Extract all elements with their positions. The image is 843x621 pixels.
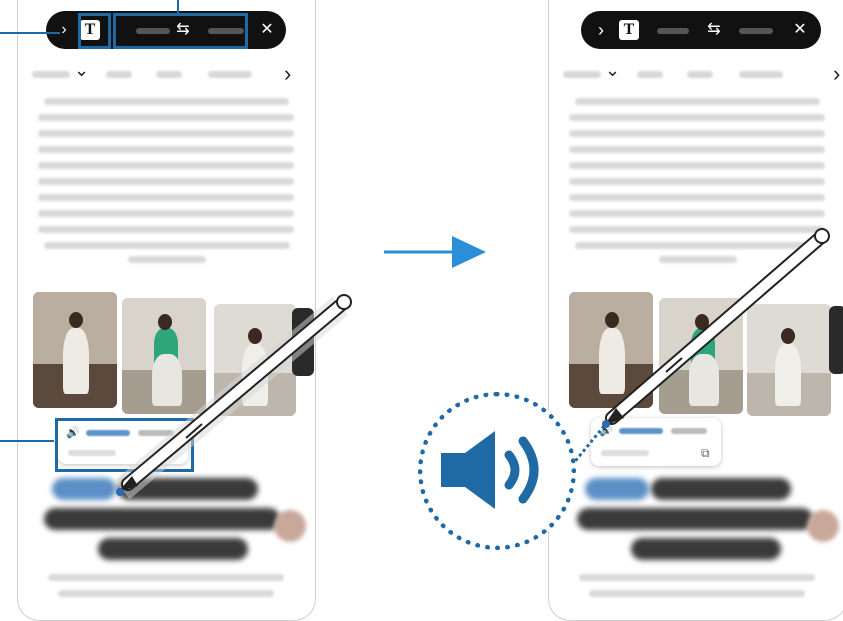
s-pen [114, 294, 352, 500]
callout-line-tooltip [0, 440, 54, 442]
headline-word-highlighted [585, 478, 649, 500]
headline-line [651, 478, 791, 500]
body-text-line [569, 210, 825, 217]
body-text-line [38, 146, 294, 153]
back-chevron-icon[interactable]: › [56, 11, 72, 49]
body-text-line [38, 162, 294, 169]
avatar[interactable] [807, 510, 839, 542]
gallery-photo[interactable] [33, 292, 117, 408]
body-text-line [579, 574, 815, 581]
text-mode-icon[interactable]: T [619, 20, 639, 40]
translate-toolbar: › T ⇆ ✕ [581, 11, 821, 49]
nav-item[interactable] [156, 71, 182, 78]
body-text-line [38, 194, 294, 201]
nav-item[interactable] [739, 71, 783, 78]
body-text-line [128, 256, 206, 263]
nav-item[interactable] [637, 71, 663, 78]
nav-item[interactable] [106, 71, 132, 78]
body-text-line [58, 590, 274, 597]
back-chevron-icon[interactable]: › [593, 11, 609, 49]
body-text-line [569, 114, 825, 121]
body-text-line [38, 226, 294, 233]
category-nav: ⌄ › [563, 60, 840, 86]
close-icon[interactable]: ✕ [256, 11, 278, 49]
nav-item[interactable] [687, 71, 713, 78]
arrow-right-icon [384, 236, 486, 268]
headline-line [98, 538, 248, 560]
body-text-line [569, 194, 825, 201]
body-text-line [44, 242, 290, 249]
nav-item[interactable] [563, 71, 601, 78]
copy-icon[interactable]: ⧉ [701, 446, 710, 461]
body-text-line [44, 98, 289, 105]
body-text-line [38, 178, 294, 185]
body-text-line [569, 162, 825, 169]
nav-item[interactable] [208, 71, 252, 78]
target-language[interactable] [739, 28, 773, 34]
s-pen [602, 228, 830, 428]
headline-line [631, 538, 781, 560]
body-text-line [38, 210, 294, 217]
category-nav: ⌄ › [32, 60, 301, 87]
body-text-line [569, 130, 825, 137]
body-text-line [589, 590, 805, 597]
body-text-line [38, 130, 294, 137]
text-mode-highlight [78, 13, 111, 49]
close-icon[interactable]: ✕ [789, 11, 811, 49]
language-selector-highlight [113, 13, 248, 49]
body-text-line [569, 178, 825, 185]
chevron-right-icon[interactable]: › [284, 61, 291, 87]
chevron-down-icon[interactable]: ⌄ [74, 60, 89, 81]
headline-word-highlighted [52, 478, 116, 500]
avatar[interactable] [274, 510, 306, 542]
body-text-line [569, 146, 825, 153]
nav-item[interactable] [32, 71, 70, 78]
callout-line-text-mode [0, 32, 60, 34]
body-text-line [38, 114, 294, 121]
speaker-icon [441, 431, 539, 509]
headline-line [577, 508, 813, 530]
speaker-zoom-callout [418, 392, 576, 550]
chevron-down-icon[interactable]: ⌄ [605, 60, 620, 81]
headline-line [44, 508, 280, 530]
callout-line-language [177, 0, 179, 13]
swap-languages-icon[interactable]: ⇆ [703, 11, 725, 49]
chevron-right-icon[interactable]: › [833, 61, 840, 87]
source-language[interactable] [657, 28, 689, 34]
body-text-line [575, 98, 820, 105]
body-text-line [48, 574, 284, 581]
